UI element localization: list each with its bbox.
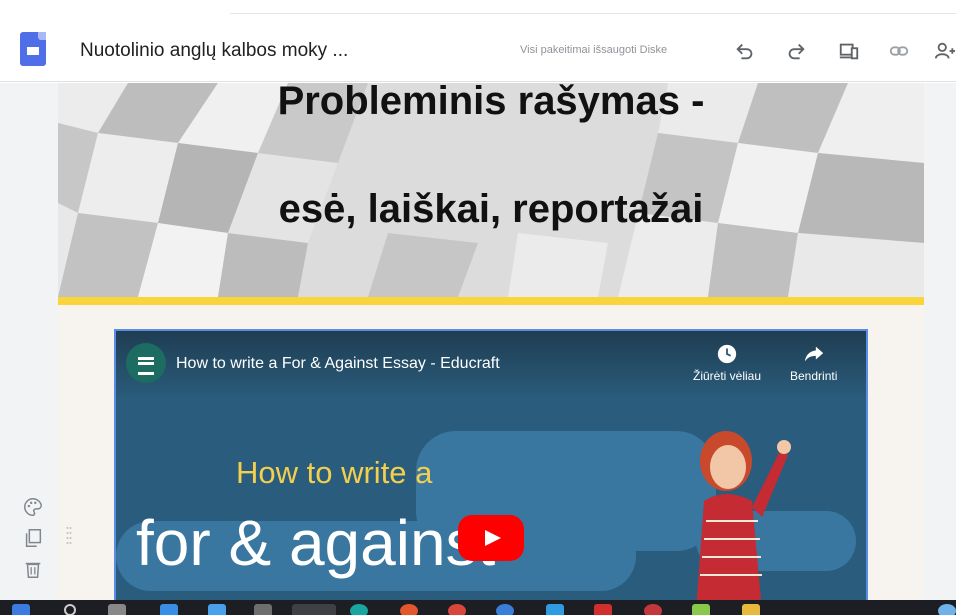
channel-avatar[interactable] xyxy=(126,343,166,383)
thumbnail-text-line2: for & against xyxy=(136,507,496,579)
camera-icon[interactable] xyxy=(254,604,272,615)
share-arrow-icon xyxy=(804,346,823,362)
palette-icon[interactable] xyxy=(22,496,44,518)
search-icon[interactable] xyxy=(64,604,76,615)
taskbar-app-icon[interactable] xyxy=(644,604,662,615)
animated-character-image xyxy=(696,431,791,600)
drag-handle-icon[interactable] xyxy=(66,526,72,544)
folder-icon[interactable] xyxy=(742,604,760,615)
undo-icon[interactable] xyxy=(730,36,760,66)
tray-icon[interactable] xyxy=(938,604,956,615)
taskbar-app-icon[interactable] xyxy=(692,604,710,615)
share-person-icon[interactable] xyxy=(930,36,956,66)
site-title[interactable]: Nuotolinio anglų kalbos moky ... xyxy=(80,40,348,62)
watch-later-button[interactable]: Žiūrėti vėliau xyxy=(693,343,761,383)
banner-accent-bar xyxy=(58,297,924,305)
chrome-icon[interactable] xyxy=(496,604,514,615)
task-view-icon[interactable] xyxy=(108,604,126,615)
taskbar-app-active-icon[interactable] xyxy=(292,604,336,615)
video-title[interactable]: How to write a For & Against Essay - Edu… xyxy=(176,355,500,373)
youtube-embed[interactable]: How to write a For & Against Essay - Edu… xyxy=(114,329,868,600)
header-banner[interactable]: Probleminis rašymas - esė, laiškai, repo… xyxy=(58,83,924,297)
taskbar-app-icon[interactable] xyxy=(546,604,564,615)
taskbar-app-icon[interactable] xyxy=(208,604,226,615)
share-label: Bendrinti xyxy=(790,369,838,383)
editor-header: Nuotolinio anglų kalbos moky ... Visi pa… xyxy=(0,24,956,82)
divider xyxy=(230,13,956,14)
taskbar-app-icon[interactable] xyxy=(594,604,612,615)
windows-taskbar xyxy=(0,600,956,615)
browser-top-strip xyxy=(0,0,956,24)
clock-icon xyxy=(717,344,737,364)
thumbnail-text-line1: How to write a xyxy=(236,455,433,490)
share-button[interactable]: Bendrinti xyxy=(790,343,837,383)
redo-icon[interactable] xyxy=(781,36,811,66)
taskbar-app-icon[interactable] xyxy=(160,604,178,615)
site-page: Probleminis rašymas - esė, laiškai, repo… xyxy=(58,83,924,600)
edge-icon[interactable] xyxy=(350,604,368,615)
duplicate-icon[interactable] xyxy=(22,527,44,549)
taskbar-app-icon[interactable] xyxy=(400,604,418,615)
start-icon[interactable] xyxy=(12,604,30,615)
preview-devices-icon[interactable] xyxy=(834,36,864,66)
watch-later-label: Žiūrėti vėliau xyxy=(693,369,762,383)
youtube-play-button[interactable] xyxy=(458,515,524,561)
banner-title-line1: Probleminis rašymas - xyxy=(277,83,705,123)
google-sites-logo-icon[interactable] xyxy=(20,32,46,66)
link-icon[interactable] xyxy=(884,36,914,66)
delete-icon[interactable] xyxy=(22,558,44,580)
banner-title-line2: esė, laiškai, reportažai xyxy=(278,187,704,231)
taskbar-app-icon[interactable] xyxy=(448,604,466,615)
save-status: Visi pakeitimai išsaugoti Diske xyxy=(520,44,668,56)
